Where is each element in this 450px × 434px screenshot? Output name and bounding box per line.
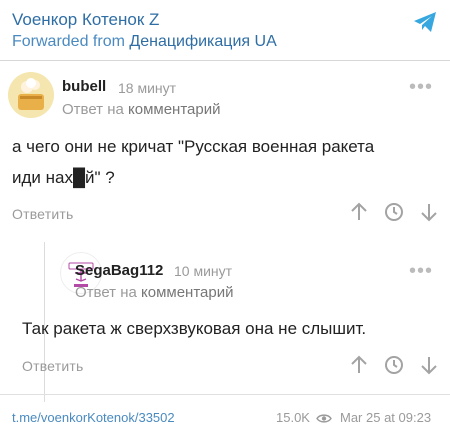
clock-icon[interactable]	[384, 355, 404, 380]
avatar[interactable]	[8, 72, 54, 118]
post-link[interactable]: t.me/voenkorKotenok/33502	[12, 410, 175, 425]
arrow-up-icon[interactable]	[350, 355, 368, 380]
header-divider	[0, 60, 450, 61]
comment-username[interactable]: SegaBag112	[75, 262, 163, 279]
reply-target-link[interactable]: комментарий	[128, 101, 220, 118]
reply-to[interactable]: Ответ на комментарий	[75, 284, 233, 301]
comment-text-line: а чего они не кричат "Русская военная ра…	[12, 137, 375, 156]
view-count: 15.0K	[276, 410, 332, 425]
comment-text: Так ракета ж сверхзвуковая она не слышит…	[22, 319, 367, 338]
comment-text: а чего они не кричат "Русская военная ра…	[12, 131, 442, 193]
arrow-down-icon[interactable]	[420, 355, 438, 380]
forwarded-source[interactable]: Денацификация UA	[129, 33, 276, 50]
view-count-value: 15.0K	[276, 410, 310, 425]
arrow-down-icon[interactable]	[420, 202, 438, 227]
reply-button[interactable]: Ответить	[22, 358, 83, 374]
comment-text-line: иди нах█й" ?	[12, 168, 115, 187]
eye-icon	[315, 414, 332, 423]
more-dots-icon[interactable]: •••	[409, 260, 433, 283]
clock-icon[interactable]	[384, 202, 404, 227]
comment-username[interactable]: bubell	[62, 78, 106, 95]
reply-button[interactable]: Ответить	[12, 206, 73, 222]
reply-to[interactable]: Ответ на комментарий	[62, 101, 220, 118]
arrow-up-icon[interactable]	[350, 202, 368, 227]
reply-prefix: Ответ на	[62, 101, 129, 118]
reply-target-link[interactable]: комментарий	[141, 284, 233, 301]
telegram-plane-icon[interactable]	[412, 9, 438, 35]
comment-time: 18 минут	[118, 80, 177, 96]
footer-divider	[0, 394, 450, 395]
forwarded-prefix: Forwarded from	[12, 33, 130, 50]
forwarded-from[interactable]: Forwarded from Денацификация UA	[12, 33, 277, 51]
post-date: Mar 25 at 09:23	[340, 410, 432, 425]
reply-prefix: Ответ на	[75, 284, 142, 301]
more-dots-icon[interactable]: •••	[409, 76, 433, 99]
channel-title[interactable]: Voенкор Котенок Z	[12, 10, 159, 30]
comment-time: 10 минут	[174, 263, 233, 279]
